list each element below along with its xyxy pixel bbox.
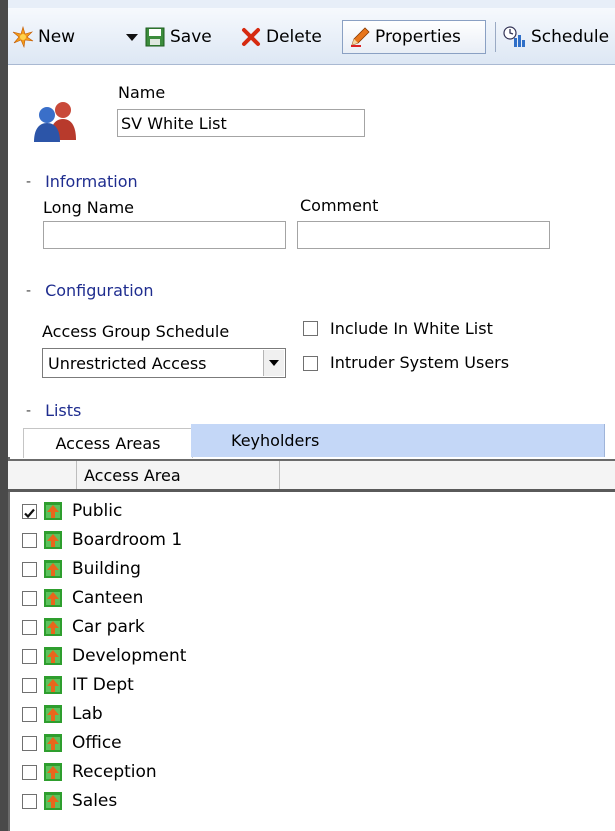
- list-item[interactable]: Sales: [22, 788, 117, 814]
- lists-section-label: Lists: [45, 401, 82, 420]
- area-checkbox[interactable]: [22, 793, 37, 809]
- new-button-label: New: [38, 27, 76, 47]
- schedule-button[interactable]: Schedule: [503, 20, 609, 54]
- properties-icon: [349, 26, 371, 48]
- information-section-label: Information: [45, 172, 138, 191]
- tab-keyholders[interactable]: Keyholders: [191, 424, 605, 457]
- area-checkbox[interactable]: [22, 561, 37, 577]
- collapse-icon: -: [26, 173, 32, 190]
- area-name: Building: [72, 559, 141, 579]
- comment-field[interactable]: [297, 221, 550, 249]
- access-group-schedule-label: Access Group Schedule: [42, 322, 230, 341]
- area-checkbox[interactable]: [22, 648, 37, 664]
- area-checkbox[interactable]: [22, 619, 37, 635]
- access-group-schedule-value: Unrestricted Access: [48, 353, 207, 373]
- chevron-down-icon[interactable]: [263, 350, 284, 376]
- list-item[interactable]: Reception: [22, 759, 157, 785]
- access-area-icon: [44, 676, 62, 694]
- area-name: Car park: [72, 617, 145, 637]
- grid-header-access-area[interactable]: Access Area: [76, 461, 280, 489]
- grid-header-select-column[interactable]: [8, 461, 77, 489]
- area-name: Canteen: [72, 588, 144, 608]
- new-dropdown-arrow-icon[interactable]: [126, 34, 138, 41]
- schedule-button-label: Schedule: [531, 27, 610, 47]
- grid-header: Access Area: [8, 459, 615, 492]
- configuration-section-label: Configuration: [45, 281, 154, 300]
- list-item[interactable]: Boardroom 1: [22, 527, 182, 553]
- list-item[interactable]: IT Dept: [22, 672, 134, 698]
- area-name: Sales: [72, 791, 118, 811]
- column-header-label: Access Area: [84, 465, 181, 485]
- delete-button[interactable]: Delete: [240, 20, 322, 54]
- access-area-icon: [44, 647, 62, 665]
- intruder-users-checkbox[interactable]: [303, 356, 318, 371]
- list-item[interactable]: Office: [22, 730, 122, 756]
- long-name-field[interactable]: [43, 221, 286, 249]
- list-item[interactable]: Car park: [22, 614, 145, 640]
- area-name: Office: [72, 733, 122, 753]
- tab-label: Keyholders: [231, 431, 320, 450]
- access-area-icon: [44, 734, 62, 752]
- access-area-icon: [44, 560, 62, 578]
- collapse-icon: -: [26, 282, 32, 299]
- new-icon: [12, 26, 34, 48]
- access-area-icon: [44, 792, 62, 810]
- name-field[interactable]: [117, 109, 365, 137]
- include-white-list-checkbox[interactable]: [303, 321, 318, 336]
- list-item[interactable]: Development: [22, 643, 186, 669]
- save-button-label: Save: [170, 27, 212, 47]
- toolbar: New Save Delete Properties Schedule: [8, 8, 615, 65]
- name-label: Name: [118, 83, 166, 102]
- intruder-users-label: Intruder System Users: [330, 353, 510, 372]
- area-checkbox[interactable]: [22, 677, 37, 693]
- lists-section-header[interactable]: - Lists: [26, 401, 81, 420]
- user-group-icon: [30, 100, 80, 146]
- area-name: Reception: [72, 762, 157, 782]
- save-icon: [144, 26, 166, 48]
- access-area-icon: [44, 531, 62, 549]
- area-checkbox[interactable]: [22, 764, 37, 780]
- save-button[interactable]: Save: [144, 20, 212, 54]
- collapse-icon: -: [26, 402, 32, 419]
- area-name: Lab: [72, 704, 103, 724]
- area-name: Development: [72, 646, 187, 666]
- tab-access-areas[interactable]: Access Areas: [23, 428, 193, 458]
- properties-button-label: Properties: [375, 27, 461, 47]
- access-area-icon: [44, 705, 62, 723]
- access-group-schedule-select[interactable]: Unrestricted Access: [42, 348, 286, 378]
- schedule-icon: [503, 26, 527, 48]
- include-white-list-label: Include In White List: [330, 319, 493, 338]
- access-area-icon: [44, 502, 62, 520]
- configuration-section-header[interactable]: - Configuration: [26, 281, 154, 300]
- delete-button-label: Delete: [266, 27, 322, 47]
- area-name: Boardroom 1: [72, 530, 183, 550]
- area-checkbox[interactable]: [22, 503, 37, 519]
- access-area-icon: [44, 763, 62, 781]
- area-name: IT Dept: [72, 675, 134, 695]
- toolbar-separator: [495, 22, 496, 52]
- list-item[interactable]: Public: [22, 498, 122, 524]
- list-item[interactable]: Lab: [22, 701, 103, 727]
- information-section-header[interactable]: - Information: [26, 172, 138, 191]
- properties-button[interactable]: Properties: [342, 20, 486, 54]
- delete-icon: [240, 26, 262, 48]
- tab-strip: Access Areas Keyholders: [8, 424, 615, 458]
- access-area-icon: [44, 589, 62, 607]
- area-name: Public: [72, 501, 123, 521]
- comment-label: Comment: [300, 196, 379, 215]
- area-checkbox[interactable]: [22, 735, 37, 751]
- area-checkbox[interactable]: [22, 590, 37, 606]
- long-name-label: Long Name: [43, 198, 135, 217]
- area-checkbox[interactable]: [22, 706, 37, 722]
- area-checkbox[interactable]: [22, 532, 37, 548]
- tab-label: Access Areas: [55, 434, 161, 453]
- list-item[interactable]: Building: [22, 556, 141, 582]
- window-frame-left: [0, 0, 8, 831]
- new-button[interactable]: New: [12, 20, 75, 54]
- list-item[interactable]: Canteen: [22, 585, 143, 611]
- access-area-icon: [44, 618, 62, 636]
- checkmark-icon: [24, 508, 35, 518]
